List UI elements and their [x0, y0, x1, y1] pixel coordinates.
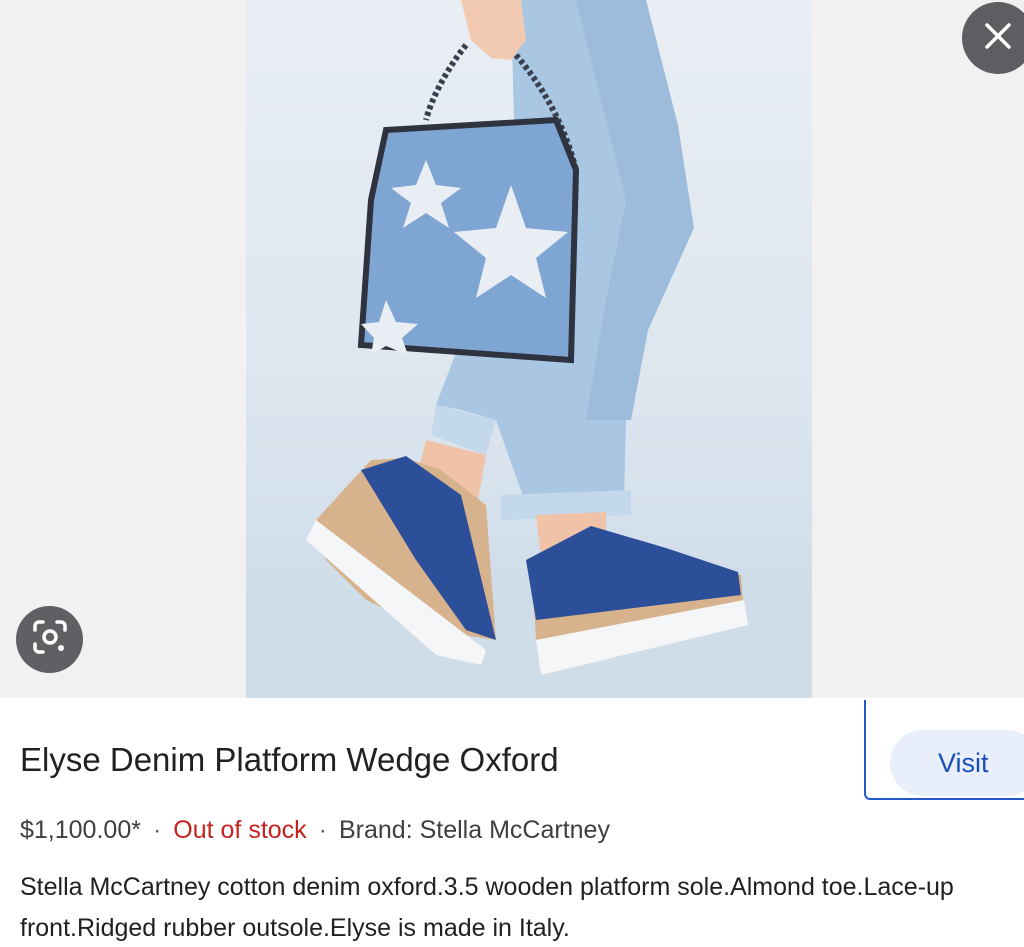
product-image[interactable] — [246, 0, 812, 698]
product-description: Stella McCartney cotton denim oxford.3.5… — [20, 873, 954, 942]
stock-status: Out of stock — [173, 816, 307, 844]
product-price: $1,100.00* — [20, 816, 141, 844]
close-icon — [983, 21, 1013, 56]
lens-icon — [31, 618, 69, 661]
visit-button[interactable]: Visit — [890, 730, 1024, 796]
lens-button[interactable] — [16, 606, 83, 673]
product-viewer: Visit Elyse Denim Platform Wedge Oxford … — [0, 0, 1024, 947]
image-panel — [0, 0, 1024, 698]
close-button[interactable] — [962, 2, 1024, 74]
separator-dot: · — [318, 816, 327, 844]
separator-dot: · — [152, 816, 162, 844]
product-meta: $1,100.00* · Out of stock · Brand: Stella Mc… — [20, 816, 610, 845]
visit-label: Visit — [938, 747, 989, 778]
product-title: Elyse Denim Platform Wedge Oxford — [20, 741, 559, 778]
product-brand: Brand: Stella McCartney — [339, 816, 610, 844]
